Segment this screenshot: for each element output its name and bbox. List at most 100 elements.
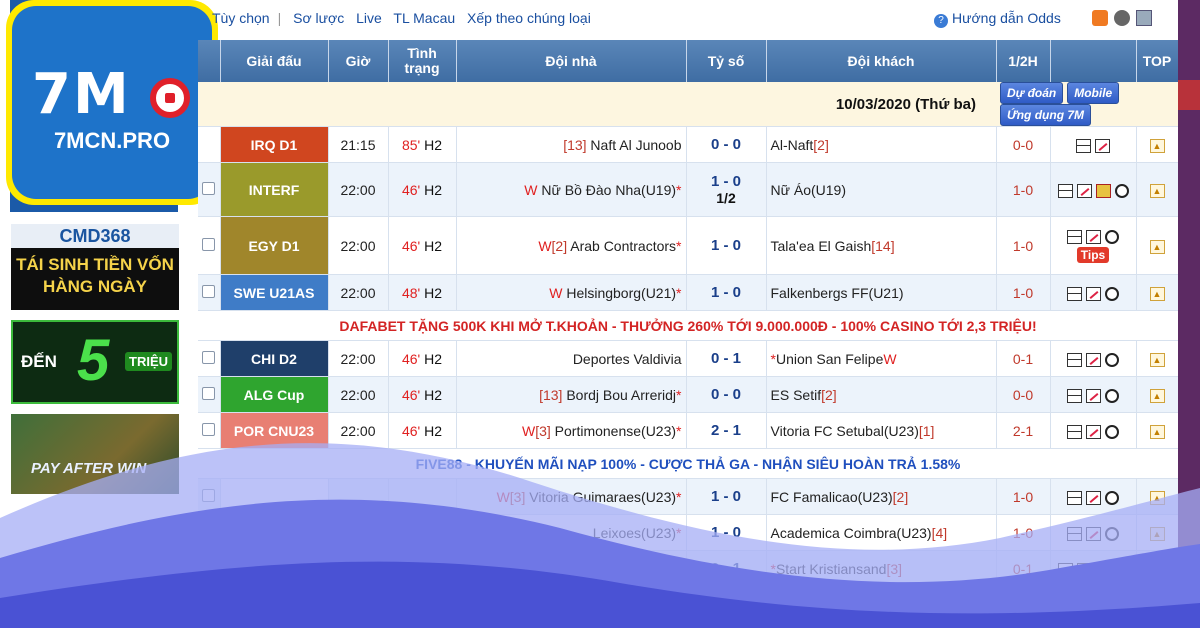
- score-cell[interactable]: 0 - 0: [686, 376, 767, 413]
- pin-top-icon[interactable]: ▲: [1149, 491, 1165, 505]
- link-summary[interactable]: Sơ lược: [293, 10, 344, 26]
- odds-chart-icon[interactable]: [1076, 183, 1092, 198]
- live-ball-icon[interactable]: [1114, 183, 1129, 198]
- link-sort-by-type[interactable]: Xếp theo chúng loại: [467, 10, 591, 26]
- row-checkbox[interactable]: [202, 237, 216, 251]
- odds-chart-icon[interactable]: [1086, 526, 1101, 541]
- match-row[interactable]: W[3] Vitoria Guimaraes(U23)* 1 - 0 FC Fama…: [198, 478, 1179, 515]
- score-cell[interactable]: 0 - 0: [686, 126, 767, 163]
- five88-promo[interactable]: FIVE88 - KHUYẾN MÃI NẠP 100% - CƯỢC THẢ …: [198, 448, 1178, 479]
- league-cell[interactable]: INTERF: [220, 162, 329, 217]
- score-cell[interactable]: 1 - 0: [686, 216, 767, 275]
- odds-chart-icon[interactable]: [1086, 490, 1101, 505]
- site-logo[interactable]: 7M 7MCN.PRO: [6, 0, 218, 205]
- home-team[interactable]: Deportes Valdivia: [456, 340, 687, 377]
- away-team[interactable]: Vitoria FC Setubal(U23)[1]: [766, 412, 997, 449]
- match-row[interactable]: EGY D1 22:00 46' H2 W[2] Arab Contractors* 1…: [198, 216, 1179, 275]
- odds-chart-icon[interactable]: [1076, 562, 1092, 577]
- score-cell[interactable]: 0 - 1: [686, 340, 767, 377]
- home-team[interactable]: [13] Naft Al Junoob: [456, 126, 687, 163]
- tips-badge[interactable]: Tips: [1076, 247, 1110, 264]
- pin-top-icon[interactable]: ▲: [1149, 563, 1165, 577]
- league-cell[interactable]: [220, 514, 329, 551]
- match-row[interactable]: SWE U21AS 22:00 48' H2 W Helsingborg(U21)* 1…: [198, 274, 1179, 311]
- league-cell[interactable]: ALG Cup: [220, 376, 329, 413]
- odds-chart-icon[interactable]: [1086, 286, 1101, 301]
- stats-icon[interactable]: [1067, 490, 1082, 505]
- odds-help-link[interactable]: ? Hướng dẫn Odds: [934, 10, 1061, 28]
- home-team[interactable]: [456, 550, 687, 587]
- stats-icon[interactable]: [1057, 562, 1073, 577]
- home-team[interactable]: W Nữ Bồ Đào Nha(U19)*: [456, 162, 687, 217]
- app-button[interactable]: Ứng dụng 7M: [1000, 104, 1092, 126]
- stats-icon[interactable]: [1067, 424, 1082, 439]
- stats-icon[interactable]: [1057, 183, 1073, 198]
- match-row[interactable]: ALG Cup 22:00 46' H2 [13] Bordj Bou Arrerid…: [198, 376, 1179, 413]
- live-ball-icon[interactable]: [1105, 490, 1119, 505]
- pin-top-icon[interactable]: ▲: [1149, 527, 1165, 541]
- refresh-icon[interactable]: [1092, 10, 1108, 26]
- league-cell[interactable]: [220, 550, 329, 587]
- away-team[interactable]: Falkenbergs FF(U21): [766, 274, 997, 311]
- match-row[interactable]: Leixoes(U23)* 1 - 0 Academica Coimbra(U23)…: [198, 514, 1179, 551]
- pin-top-icon[interactable]: ▲: [1149, 389, 1165, 403]
- away-team[interactable]: *Union San FelipeW: [766, 340, 997, 377]
- row-checkbox[interactable]: [202, 560, 216, 574]
- away-team[interactable]: Nữ Áo(U19): [766, 162, 997, 217]
- link-options[interactable]: Tùy chọn: [212, 10, 270, 26]
- league-cell[interactable]: CHI D2: [220, 340, 329, 377]
- score-cell[interactable]: 2 - 1: [686, 412, 767, 449]
- mobile-button[interactable]: Mobile: [1067, 82, 1120, 104]
- home-team[interactable]: W Helsingborg(U21)*: [456, 274, 687, 311]
- league-cell[interactable]: EGY D1: [220, 216, 329, 275]
- match-row[interactable]: POR CNU23 22:00 46' H2 W[3] Portimonense(U2…: [198, 412, 1179, 449]
- score-cell[interactable]: 1 - 0 1/2: [686, 162, 767, 217]
- away-team[interactable]: Al-Naft[2]: [766, 126, 997, 163]
- odds-chart-icon[interactable]: [1086, 230, 1101, 245]
- settings-window-icon[interactable]: [1136, 10, 1152, 26]
- away-team[interactable]: ES Setif[2]: [766, 376, 997, 413]
- stats-icon[interactable]: [1067, 388, 1082, 403]
- stats-icon[interactable]: [1067, 230, 1082, 245]
- pay-after-win-ad[interactable]: PAY AFTER WIN: [11, 414, 179, 494]
- row-checkbox[interactable]: [202, 422, 216, 436]
- dafabet-promo-text[interactable]: DAFABET TẶNG 500K KHI MỞ T.KHOẢN - THƯỞN…: [198, 310, 1178, 341]
- league-cell[interactable]: POR CNU23: [220, 412, 329, 449]
- home-team[interactable]: [13] Bordj Bou Arreridj*: [456, 376, 687, 413]
- row-checkbox[interactable]: [202, 181, 216, 195]
- pin-top-icon[interactable]: ▲: [1149, 353, 1165, 367]
- pin-top-icon[interactable]: ▲: [1149, 287, 1165, 301]
- match-row[interactable]: IRQ D1 21:15 85' H2 [13] Naft Al Junoob 0 - …: [198, 126, 1179, 163]
- predict-button[interactable]: Dự đoán: [1000, 82, 1064, 104]
- stats-icon[interactable]: [1067, 286, 1082, 301]
- live-ball-icon[interactable]: [1105, 352, 1119, 367]
- stats-icon[interactable]: [1067, 526, 1082, 541]
- row-checkbox[interactable]: [202, 524, 216, 538]
- pin-top-icon[interactable]: ▲: [1149, 184, 1165, 198]
- away-team[interactable]: Tala'ea El Gaish[14]: [766, 216, 997, 275]
- link-macau-odds[interactable]: TL Macau: [393, 10, 455, 26]
- league-cell[interactable]: SWE U21AS: [220, 274, 329, 311]
- home-team[interactable]: W[3] Vitoria Guimaraes(U23)*: [456, 478, 687, 515]
- pin-top-icon[interactable]: ▲: [1149, 240, 1165, 254]
- match-row[interactable]: CHI D2 22:00 46' H2 Deportes Valdivia 0 - 1…: [198, 340, 1179, 377]
- odds-chart-icon[interactable]: [1086, 352, 1101, 367]
- away-team[interactable]: *Start Kristiansand[3]: [766, 550, 997, 587]
- lineup-icon[interactable]: [1095, 183, 1111, 198]
- sound-icon[interactable]: [1114, 10, 1130, 26]
- row-checkbox[interactable]: [202, 488, 216, 502]
- live-ball-icon[interactable]: [1105, 230, 1119, 245]
- home-team[interactable]: W[2] Arab Contractors*: [456, 216, 687, 275]
- score-cell[interactable]: 0 - 1: [686, 550, 767, 587]
- home-team[interactable]: Leixoes(U23)*: [456, 514, 687, 551]
- odds-chart-icon[interactable]: [1086, 388, 1101, 403]
- live-ball-icon[interactable]: [1105, 286, 1119, 301]
- league-cell[interactable]: [220, 478, 329, 515]
- home-team[interactable]: W[3] Portimonense(U23)*: [456, 412, 687, 449]
- odds-chart-icon[interactable]: [1086, 424, 1101, 439]
- link-live[interactable]: Live: [356, 10, 382, 26]
- five88-promo-text[interactable]: FIVE88 - KHUYẾN MÃI NẠP 100% - CƯỢC THẢ …: [198, 448, 1178, 479]
- cmd368-ad[interactable]: CMD368 TÁI SINH TIỀN VỐN HÀNG NGÀY: [11, 224, 179, 310]
- five-million-ad[interactable]: ĐẾN 5 TRIỆU: [11, 320, 179, 404]
- stats-icon[interactable]: [1076, 138, 1091, 153]
